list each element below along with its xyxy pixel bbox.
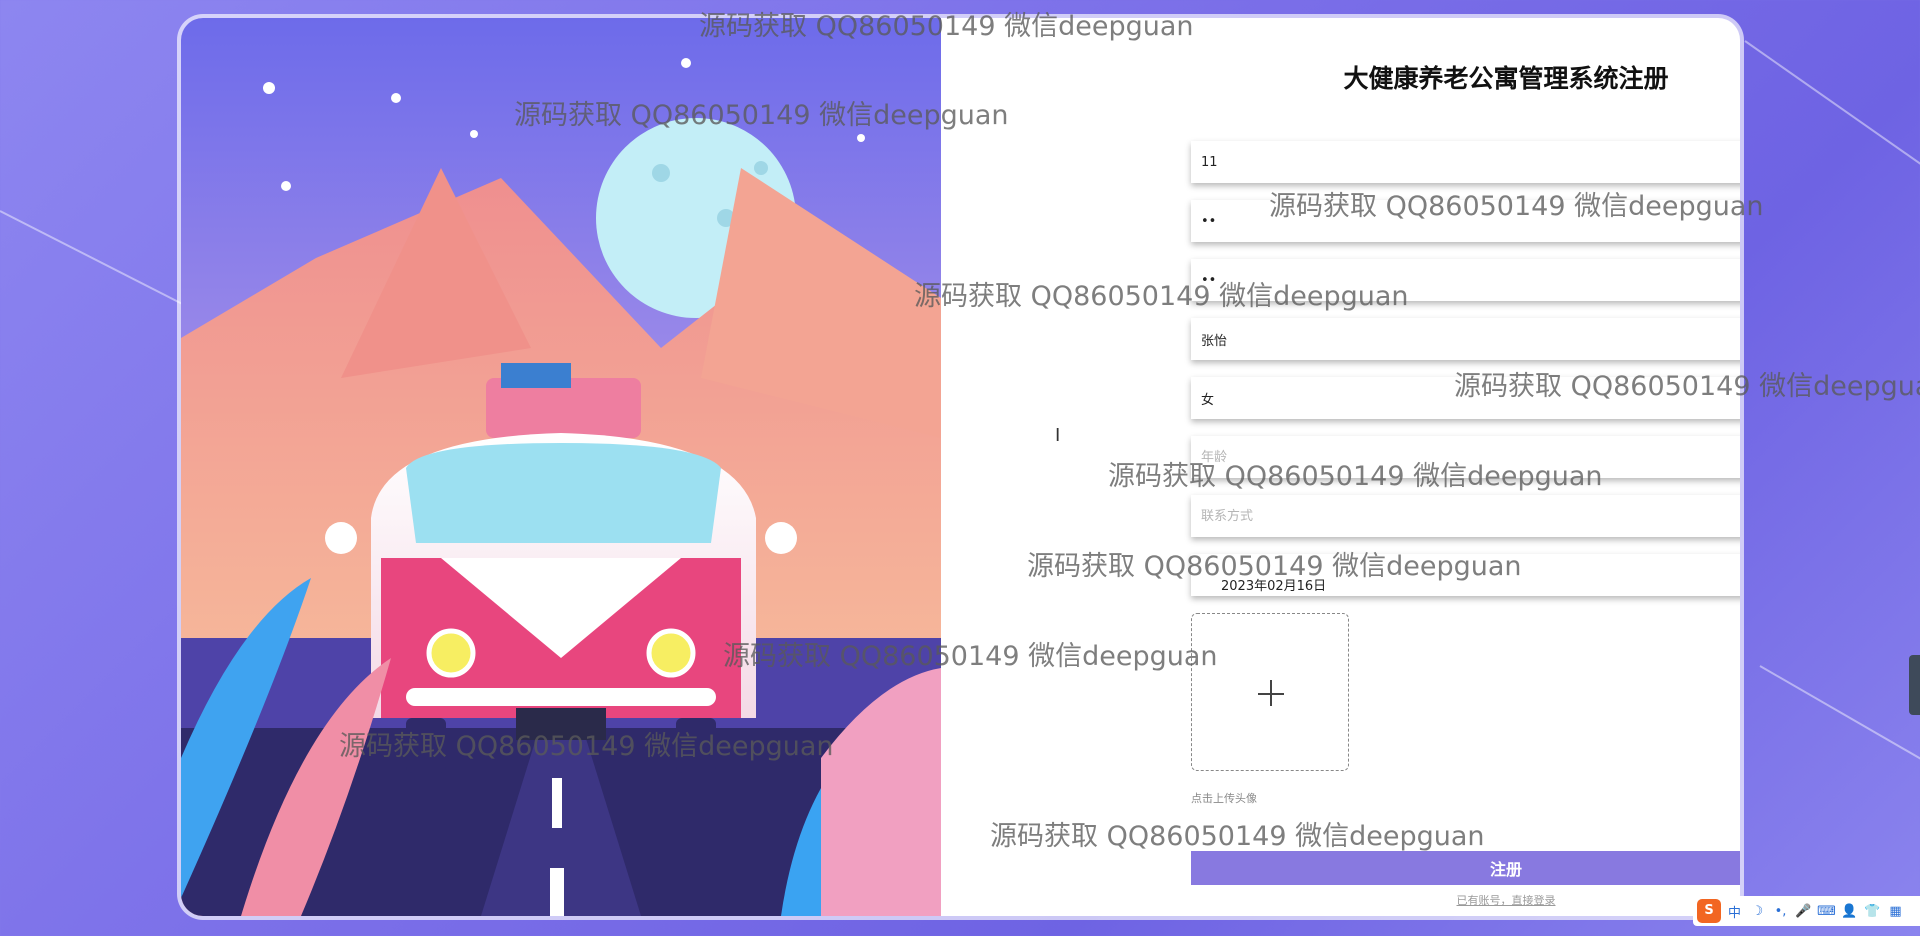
form-title: 大健康养老公寓管理系统注册 [1343,64,1669,93]
chinese-mode-icon[interactable]: 中 [1725,902,1744,921]
register-form-panel: 大健康养老公寓管理系统注册 2023年02月16日 点击上传头像 注册 已有账号… [1056,65,1740,907]
upload-hint: 点击上传头像 [1191,792,1257,805]
age-input[interactable] [1191,436,1740,478]
login-link[interactable]: 已有账号，直接登录 [1056,892,1740,908]
sogou-logo-icon[interactable]: S [1697,899,1721,923]
keyboard-icon[interactable]: ⌨ [1817,904,1836,919]
register-card: 大健康养老公寓管理系统注册 2023年02月16日 点击上传头像 注册 已有账号… [181,18,1740,916]
grid-icon[interactable]: ▦ [1886,904,1905,919]
date-value: 2023年02月16日 [1221,579,1327,594]
register-button[interactable]: 注册 [1191,851,1740,885]
background-stroke [1744,40,1920,174]
avatar-upload[interactable] [1191,613,1349,771]
background-stroke [1759,665,1920,767]
punctuation-icon[interactable]: •, [1771,904,1790,919]
gender-input[interactable] [1191,377,1740,419]
password-input[interactable] [1191,200,1740,242]
microphone-icon[interactable]: 🎤 [1794,904,1813,919]
background-stroke [0,210,188,308]
account-input[interactable] [1191,141,1740,183]
plus-icon-vertical [1270,680,1272,706]
user-icon[interactable]: 👤 [1840,904,1859,919]
side-drawer-handle[interactable] [1909,655,1920,715]
moon-icon[interactable]: ☽ [1748,904,1767,919]
confirm-password-input[interactable] [1191,259,1740,301]
text-cursor-icon: I [1055,425,1061,446]
ime-toolbar: S 中 ☽ •, 🎤 ⌨ 👤 👕 ▦ [1693,896,1920,926]
shirt-icon[interactable]: 👕 [1863,904,1882,919]
name-input[interactable] [1191,318,1740,360]
contact-input[interactable] [1191,495,1740,537]
travel-van-illustration [181,18,941,916]
